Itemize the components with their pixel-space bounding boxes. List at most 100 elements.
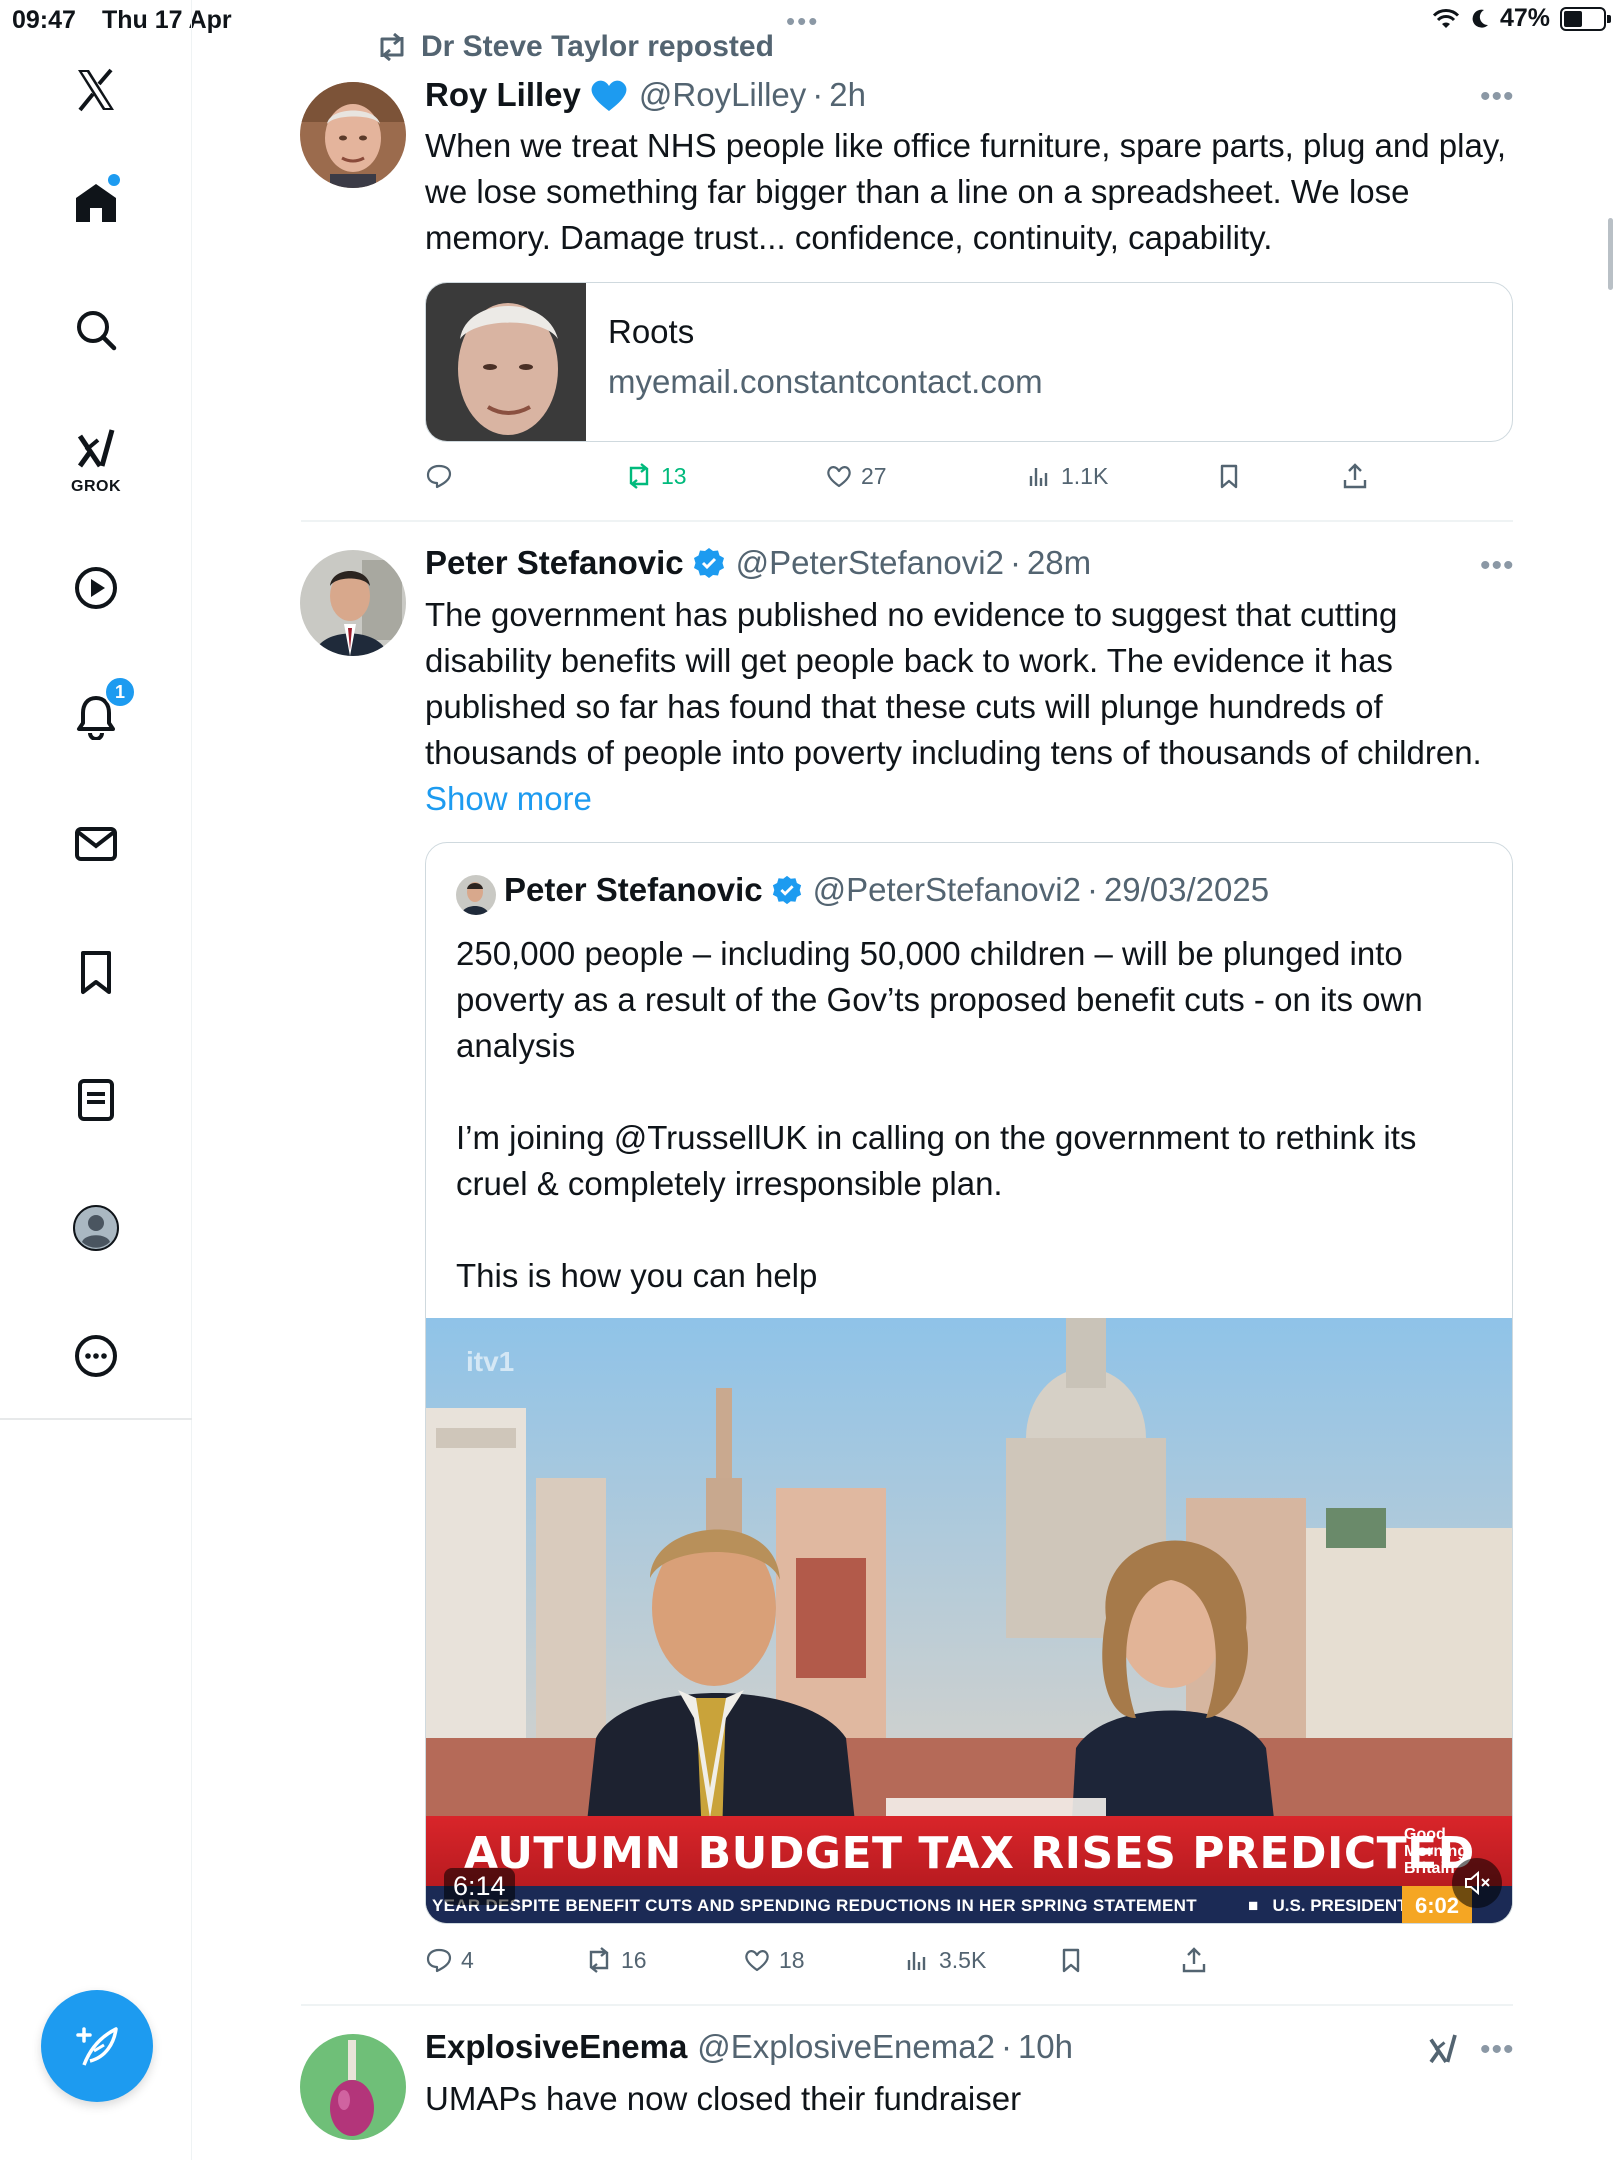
show-more-link[interactable]: Show more bbox=[425, 780, 592, 817]
repost-button[interactable]: 16 bbox=[585, 1946, 647, 1974]
author-handle[interactable]: @RoyLilley bbox=[639, 76, 806, 114]
link-preview-card[interactable]: Roots myemail.constantcontact.com bbox=[425, 282, 1513, 442]
author-name[interactable]: Peter Stefanovic bbox=[425, 544, 684, 582]
like-button[interactable]: 18 bbox=[743, 1946, 805, 1974]
news-ticker-next: ■ U.S. PRESIDENT bbox=[1248, 1896, 1408, 1915]
itv-watermark: itv1 bbox=[466, 1346, 515, 1377]
share-icon bbox=[1182, 1947, 1206, 1973]
views-count: 1.1K bbox=[1061, 462, 1109, 489]
link-card-thumbnail bbox=[426, 283, 586, 441]
verified-badge-icon bbox=[772, 875, 801, 905]
nav-bookmarks[interactable] bbox=[56, 932, 136, 1012]
muted-speaker-icon bbox=[1465, 1870, 1490, 1896]
repost-label: Dr Steve Taylor reposted bbox=[421, 30, 774, 63]
search-icon bbox=[77, 311, 117, 351]
nav-notifications[interactable]: 1 bbox=[56, 676, 136, 756]
news-ticker-text: YEAR DESPITE BENEFIT CUTS AND SPENDING R… bbox=[432, 1896, 1197, 1915]
compose-post-button[interactable] bbox=[41, 1990, 153, 2102]
bookmark-icon bbox=[1220, 464, 1238, 489]
tweet-divider bbox=[301, 2004, 1513, 2006]
home-unread-dot bbox=[108, 174, 120, 186]
tweet-time[interactable]: 28m bbox=[1027, 544, 1091, 582]
scrollbar-thumb[interactable] bbox=[1608, 218, 1613, 290]
quoted-paragraph: 250,000 people – including 50,000 childr… bbox=[456, 935, 1423, 1064]
nav-home[interactable] bbox=[56, 162, 136, 242]
blue-heart-icon bbox=[591, 80, 627, 111]
tweet-actions: 4 16 18 3.5K bbox=[425, 1946, 1525, 1986]
quoted-author-name: Peter Stefanovic bbox=[504, 871, 763, 908]
share-button[interactable] bbox=[1180, 1946, 1208, 1974]
author-handle[interactable]: @PeterStefanovi2 bbox=[736, 544, 1004, 582]
quoted-paragraph: This is how you can help bbox=[456, 1257, 818, 1294]
tweet-text: When we treat NHS people like office fur… bbox=[425, 127, 1507, 256]
views-button[interactable]: 3.5K bbox=[903, 1946, 986, 1974]
bookmark-button[interactable] bbox=[1057, 1946, 1085, 1974]
nav-explore[interactable] bbox=[56, 290, 136, 370]
views-button[interactable]: 1.1K bbox=[1025, 462, 1108, 490]
nav-video[interactable] bbox=[56, 548, 136, 628]
like-button[interactable]: 27 bbox=[825, 462, 887, 490]
mail-icon bbox=[75, 827, 117, 861]
mute-button[interactable] bbox=[1452, 1858, 1502, 1908]
repost-button[interactable]: 13 bbox=[625, 462, 687, 490]
profile-avatar-icon bbox=[73, 1205, 119, 1251]
link-card-domain: myemail.constantcontact.com bbox=[608, 363, 1043, 400]
author-name[interactable]: Roy Lilley bbox=[425, 76, 581, 114]
bookmark-icon bbox=[1062, 1948, 1080, 1973]
tweet-more-icon[interactable]: ••• bbox=[1480, 2033, 1515, 2067]
nav-lists[interactable] bbox=[56, 1060, 136, 1140]
notification-count-badge: 1 bbox=[104, 676, 136, 708]
repost-icon bbox=[589, 1947, 609, 1973]
tweet-time[interactable]: 10h bbox=[1018, 2028, 1073, 2066]
link-card-title: Roots bbox=[608, 313, 695, 350]
quoted-header: Peter Stefanovic @PeterStefanovi2 · 29/0… bbox=[504, 871, 1270, 908]
nav-profile[interactable] bbox=[56, 1188, 136, 1268]
nav-messages[interactable] bbox=[56, 804, 136, 884]
compose-feather-icon bbox=[76, 2027, 118, 2066]
avatar-roy-lilley[interactable] bbox=[300, 82, 406, 188]
reply-button[interactable]: 4 bbox=[425, 1946, 474, 1974]
tweet-text: The government has published no evidence… bbox=[425, 592, 1505, 822]
author-handle[interactable]: @ExplosiveEnema2 bbox=[697, 2028, 995, 2066]
tweet-time[interactable]: 2h bbox=[829, 76, 866, 114]
heart-icon bbox=[827, 466, 851, 488]
tweet-more-icon[interactable]: ••• bbox=[1480, 80, 1515, 114]
avatar-explosive-enema[interactable] bbox=[300, 2034, 406, 2140]
video-duration: 6:14 bbox=[444, 1868, 515, 1905]
quoted-tweet[interactable]: Peter Stefanovic @PeterStefanovi2 · 29/0… bbox=[425, 842, 1513, 1924]
tweet-actions: 13 27 1.1K bbox=[425, 462, 1525, 502]
bookmark-button[interactable] bbox=[1215, 462, 1243, 490]
quoted-author-handle: @PeterStefanovi2 bbox=[812, 871, 1081, 908]
x-logo-icon bbox=[78, 68, 114, 112]
author-name[interactable]: ExplosiveEnema bbox=[425, 2028, 687, 2066]
list-icon bbox=[78, 1079, 114, 1121]
sidebar-divider bbox=[0, 1418, 192, 1420]
avatar-peter-stefanovic[interactable] bbox=[300, 550, 406, 656]
quoted-avatar bbox=[456, 875, 496, 915]
like-count: 18 bbox=[779, 1946, 805, 1973]
x-logo[interactable] bbox=[56, 50, 136, 130]
repost-icon bbox=[629, 463, 649, 489]
reply-button[interactable] bbox=[425, 462, 461, 490]
timeline-feed: Dr Steve Taylor reposted Roy Lilley @Roy… bbox=[193, 0, 1573, 2160]
repost-icon bbox=[380, 33, 404, 61]
tweet-text: UMAPs have now closed their fundraiser bbox=[425, 2080, 1022, 2117]
reply-icon bbox=[426, 1948, 452, 1973]
share-icon bbox=[1343, 463, 1367, 489]
quoted-date: 29/03/2025 bbox=[1103, 871, 1270, 908]
grok-label: GROK bbox=[71, 478, 121, 495]
grok-explain-icon[interactable] bbox=[1425, 2032, 1461, 2068]
tweet-header: Roy Lilley @RoyLilley · 2h bbox=[425, 76, 866, 114]
like-count: 27 bbox=[861, 462, 887, 489]
repost-count: 16 bbox=[621, 1946, 647, 1973]
news-ticker: YEAR DESPITE BENEFIT CUTS AND SPENDING R… bbox=[426, 1886, 1512, 1923]
tweet-more-icon[interactable]: ••• bbox=[1480, 549, 1515, 583]
views-chart-icon bbox=[907, 1952, 926, 1970]
nav-more[interactable] bbox=[56, 1316, 136, 1396]
video-player[interactable]: itv1 AUTUMN BUDGET TAX RISES PREDICTED G… bbox=[426, 1318, 1512, 1923]
heart-icon bbox=[745, 1950, 769, 1972]
play-circle-icon bbox=[75, 567, 117, 609]
tweet-header: Peter Stefanovic @PeterStefanovi2 · 28m bbox=[425, 544, 1092, 582]
share-button[interactable] bbox=[1341, 462, 1369, 490]
tweet-body: The government has published no evidence… bbox=[425, 596, 1482, 771]
